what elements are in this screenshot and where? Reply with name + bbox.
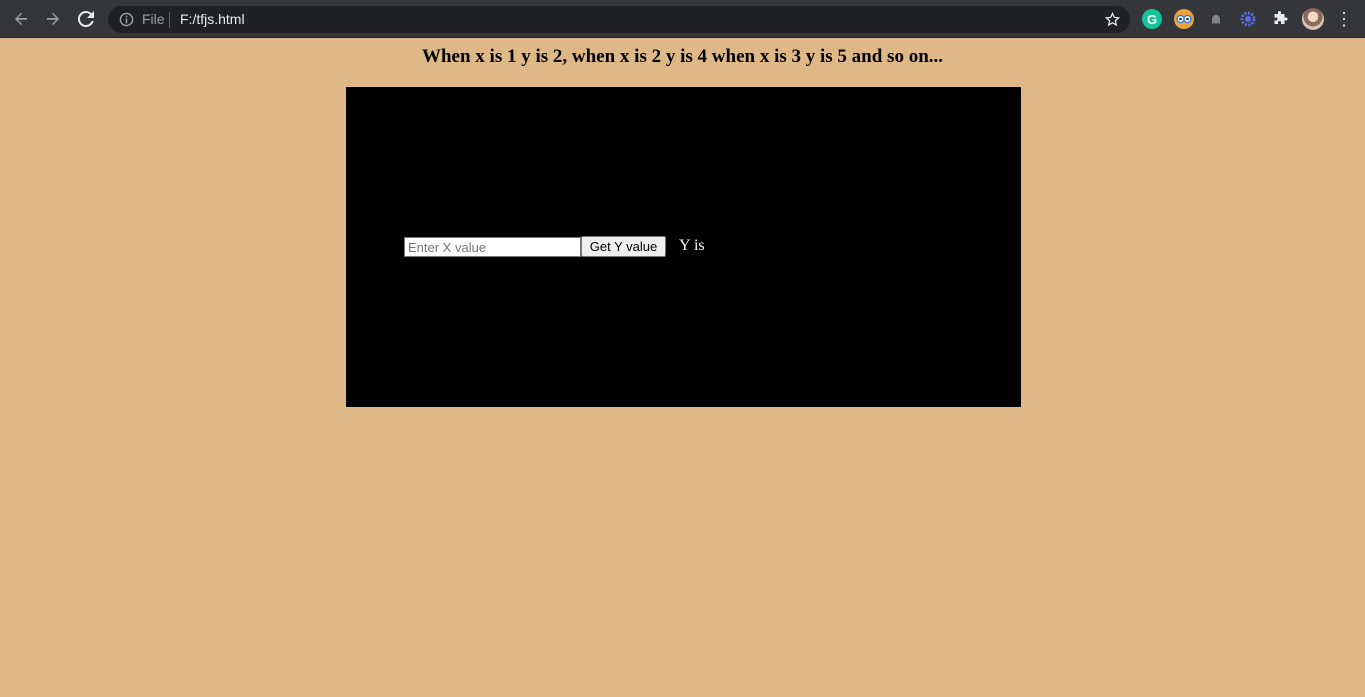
- y-output-label: Y is: [679, 237, 705, 254]
- back-arrow-icon[interactable]: [9, 7, 33, 31]
- owl-extension-icon[interactable]: [1174, 9, 1194, 29]
- ghost-extension-icon[interactable]: [1206, 9, 1226, 29]
- browser-toolbar: File F:/tfjs.html G ⋮: [0, 0, 1365, 38]
- profile-avatar[interactable]: [1302, 8, 1324, 30]
- forward-arrow-icon[interactable]: [41, 7, 65, 31]
- page-heading: When x is 1 y is 2, when x is 2 y is 4 w…: [421, 46, 944, 67]
- scheme-label: File: [142, 11, 165, 27]
- x-value-input[interactable]: [404, 237, 581, 257]
- grammarly-icon[interactable]: G: [1142, 9, 1162, 29]
- address-bar[interactable]: File F:/tfjs.html: [108, 6, 1130, 33]
- kebab-menu-icon[interactable]: ⋮: [1334, 9, 1354, 29]
- star-icon[interactable]: [1104, 11, 1121, 28]
- omnibox-divider: [169, 12, 170, 28]
- reload-icon[interactable]: [74, 7, 98, 31]
- input-panel: Get Y value Y is: [346, 87, 1021, 407]
- url-text[interactable]: F:/tfjs.html: [180, 11, 245, 27]
- info-icon[interactable]: [119, 12, 134, 27]
- get-y-value-button[interactable]: Get Y value: [581, 236, 666, 257]
- gear-extension-icon[interactable]: [1238, 9, 1258, 29]
- puzzle-extensions-icon[interactable]: [1270, 9, 1290, 29]
